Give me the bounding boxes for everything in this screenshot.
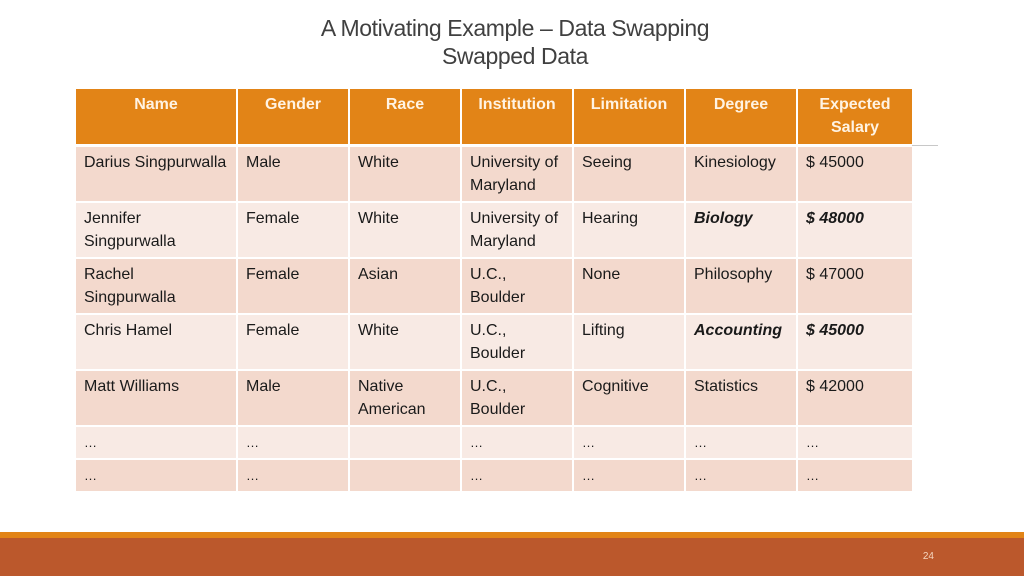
table-row: Darius Singpurwalla Male White University o…	[76, 147, 912, 203]
cell-gender: Male	[238, 371, 350, 427]
cell-name: Darius Singpurwalla	[76, 147, 238, 203]
cell-race: White	[350, 203, 462, 259]
cell-race: Asian	[350, 259, 462, 315]
cell-race: White	[350, 147, 462, 203]
cell-institution: …	[462, 427, 574, 460]
cell-expected-salary: …	[798, 460, 912, 493]
cell-gender: …	[238, 460, 350, 493]
cell-name: Matt Williams	[76, 371, 238, 427]
cell-degree: …	[686, 427, 798, 460]
cell-limitation: Seeing	[574, 147, 686, 203]
cell-name: …	[76, 460, 238, 493]
cell-race	[350, 427, 462, 460]
table-row: ………………	[76, 427, 912, 460]
cell-name: Rachel Singpurwalla	[76, 259, 238, 315]
table-row: Rachel Singpurwalla Female Asian U.C., Boul…	[76, 259, 912, 315]
cell-expected-salary: $ 42000	[798, 371, 912, 427]
cell-degree: Accounting	[686, 315, 798, 371]
cell-limitation: None	[574, 259, 686, 315]
swapped-data-table: Name Gender Race Institution Limitation …	[76, 89, 912, 493]
decorative-line	[912, 145, 938, 146]
header-institution: Institution	[462, 89, 574, 147]
cell-limitation: Lifting	[574, 315, 686, 371]
slide-title-line-1: A Motivating Example – Data Swapping	[320, 15, 710, 41]
cell-degree: …	[686, 460, 798, 493]
cell-expected-salary: $ 45000	[798, 315, 912, 371]
slide-title: A Motivating Example – Data Swapping Swa…	[0, 14, 1024, 70]
cell-limitation: …	[574, 427, 686, 460]
table-body: Darius Singpurwalla Male White University o…	[76, 147, 912, 493]
cell-race: Native American	[350, 371, 462, 427]
cell-name: Jennifer Singpurwalla	[76, 203, 238, 259]
cell-name: Chris Hamel	[76, 315, 238, 371]
cell-expected-salary: $ 48000	[798, 203, 912, 259]
cell-race: White	[350, 315, 462, 371]
cell-degree: Statistics	[686, 371, 798, 427]
cell-institution: U.C., Boulder	[462, 315, 574, 371]
page-number: 24	[922, 551, 934, 562]
cell-gender: Male	[238, 147, 350, 203]
cell-name: …	[76, 427, 238, 460]
cell-degree: Biology	[686, 203, 798, 259]
cell-institution: U.C., Boulder	[462, 371, 574, 427]
cell-institution: …	[462, 460, 574, 493]
cell-gender: …	[238, 427, 350, 460]
table-row: Chris Hamel Female White U.C., Boulder Lifti…	[76, 315, 912, 371]
cell-degree: Philosophy	[686, 259, 798, 315]
cell-expected-salary: …	[798, 427, 912, 460]
cell-limitation: Cognitive	[574, 371, 686, 427]
cell-expected-salary: $ 47000	[798, 259, 912, 315]
table-header-row: Name Gender Race Institution Limitation …	[76, 89, 912, 147]
header-name: Name	[76, 89, 238, 147]
table-row: Matt Williams Male Native American U.C., Bo…	[76, 371, 912, 427]
cell-race	[350, 460, 462, 493]
header-gender: Gender	[238, 89, 350, 147]
table-row: ………………	[76, 460, 912, 493]
table-row: Jennifer Singpurwalla Female White Universi…	[76, 203, 912, 259]
cell-institution: University of Maryland	[462, 203, 574, 259]
cell-degree: Kinesiology	[686, 147, 798, 203]
footer-band	[0, 538, 1024, 576]
cell-gender: Female	[238, 315, 350, 371]
header-race: Race	[350, 89, 462, 147]
header-limitation: Limitation	[574, 89, 686, 147]
cell-limitation: Hearing	[574, 203, 686, 259]
cell-institution: U.C., Boulder	[462, 259, 574, 315]
cell-gender: Female	[238, 203, 350, 259]
slide-subtitle: Swapped Data	[441, 43, 589, 69]
header-degree: Degree	[686, 89, 798, 147]
cell-institution: University of Maryland	[462, 147, 574, 203]
header-expected-salary: Expected Salary	[798, 89, 912, 147]
cell-limitation: …	[574, 460, 686, 493]
cell-expected-salary: $ 45000	[798, 147, 912, 203]
cell-gender: Female	[238, 259, 350, 315]
